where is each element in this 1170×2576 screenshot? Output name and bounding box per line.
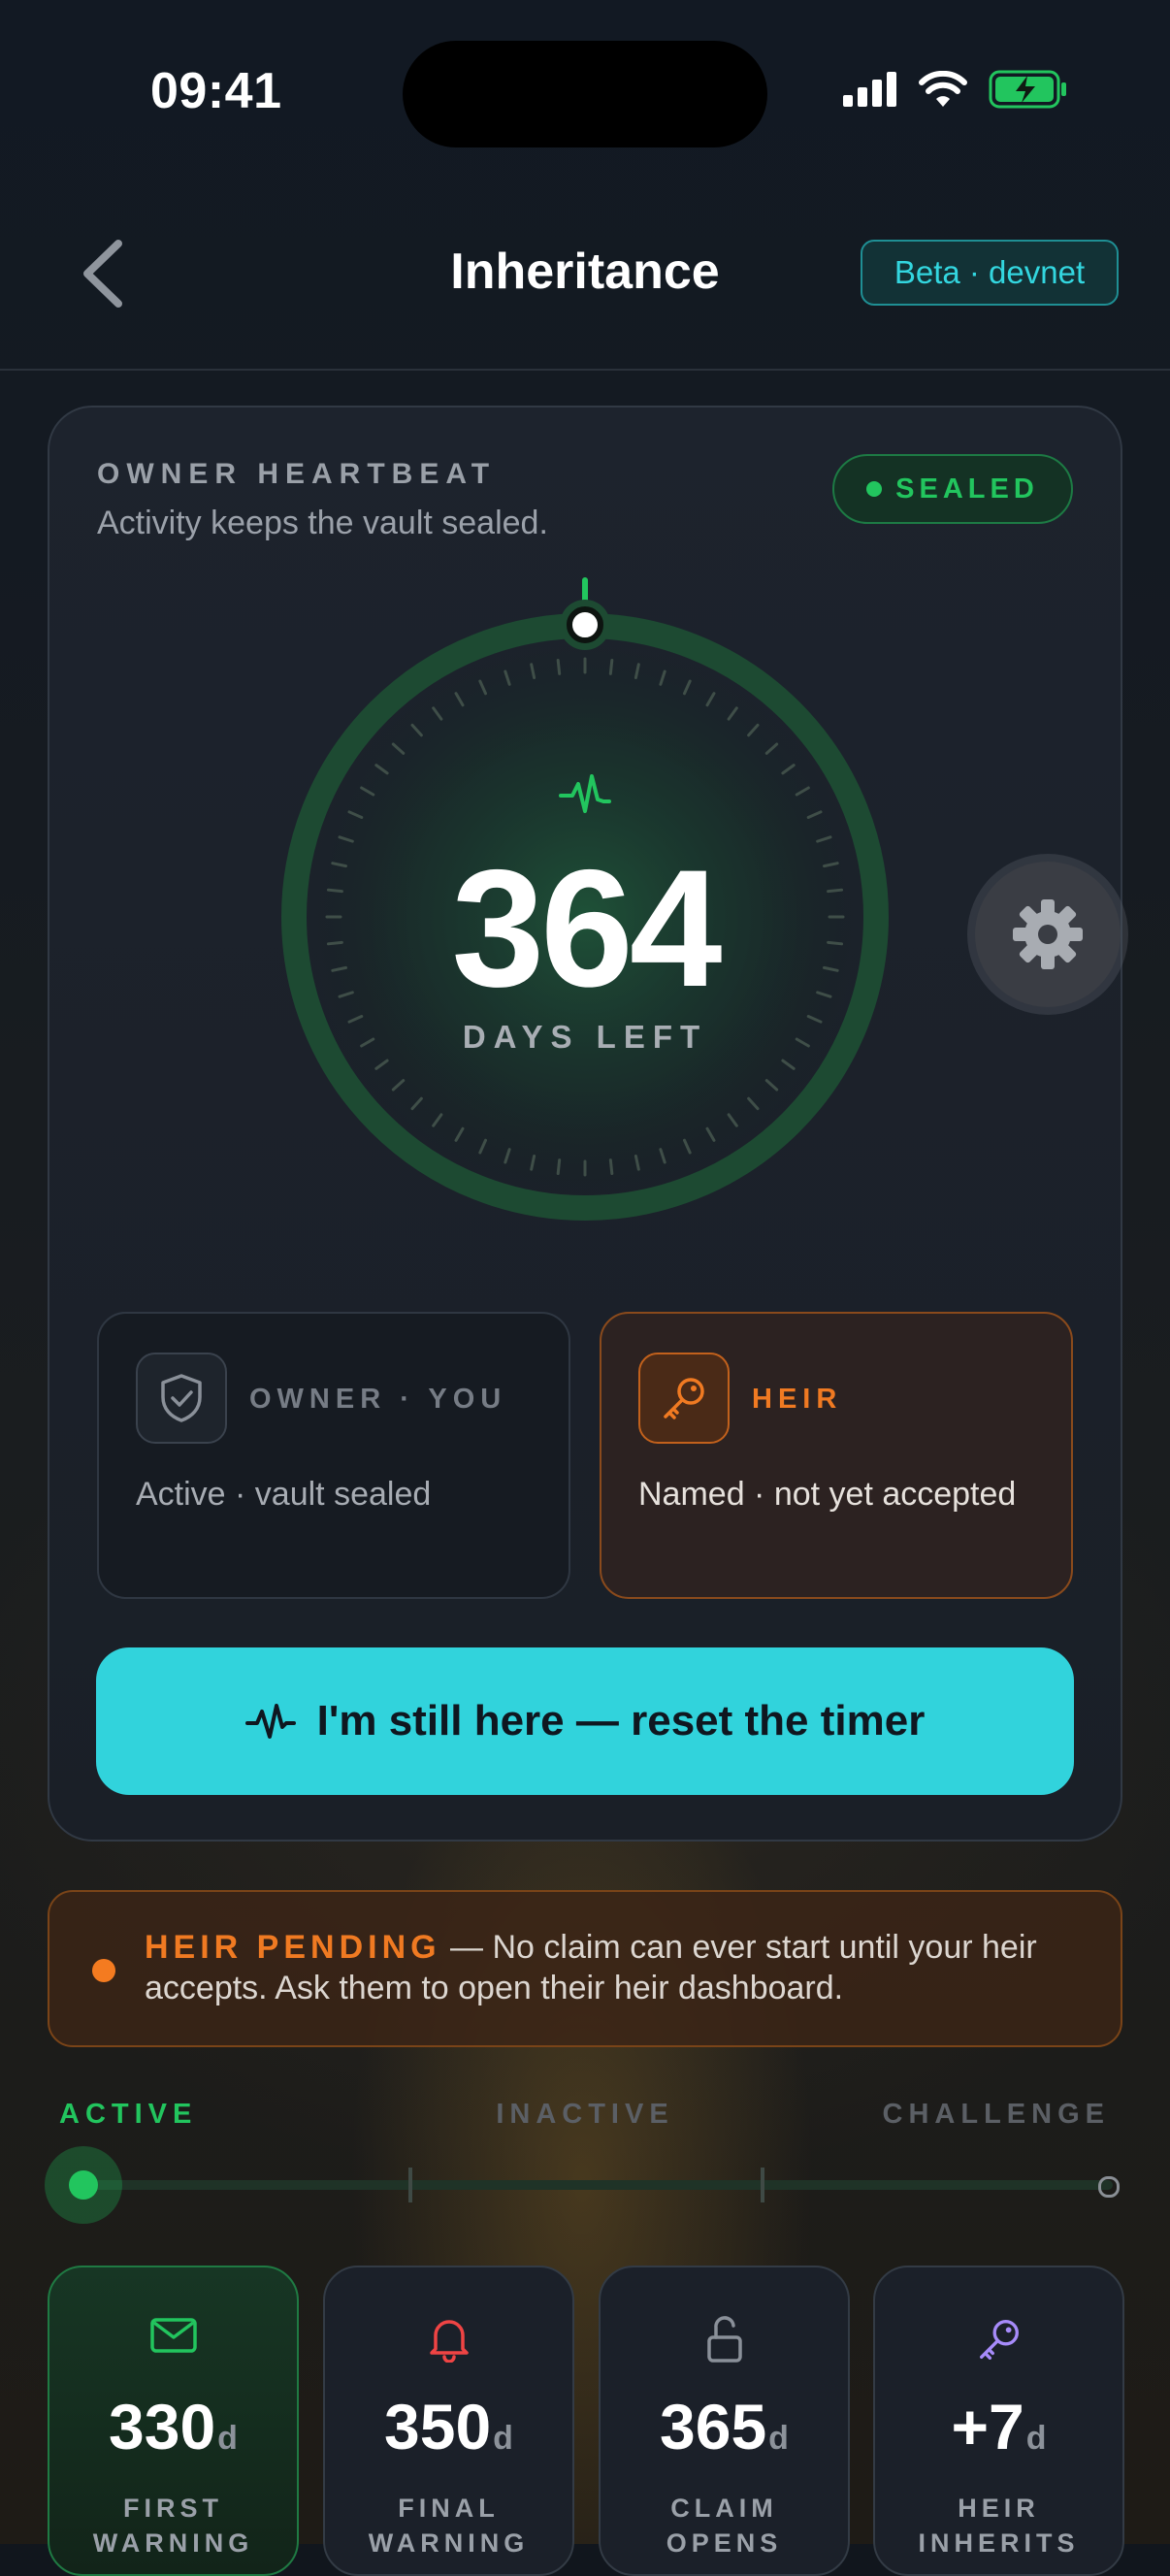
- milestone-value: 350d: [384, 2391, 513, 2462]
- unlock-icon: [706, 2316, 742, 2363]
- milestone-caption: FIRST WARNING: [92, 2494, 254, 2558]
- pending-dot: [92, 1959, 115, 1982]
- owner-role-label: OWNER · YOU: [249, 1384, 507, 1415]
- pending-text: HEIR PENDING — No claim can ever start u…: [145, 1927, 1105, 2008]
- owner-icon-box: [136, 1353, 227, 1444]
- dial-tick: [556, 1158, 562, 1176]
- settings-button[interactable]: [975, 862, 1121, 1007]
- milestone-final-warning[interactable]: 350d FINAL WARNING: [323, 2266, 574, 2576]
- dial-tick: [608, 1158, 614, 1176]
- pending-highlight: HEIR PENDING: [145, 1929, 441, 1966]
- heir-pending-banner: HEIR PENDING — No claim can ever start u…: [48, 1890, 1122, 2047]
- status-time: 09:41: [150, 63, 282, 119]
- wifi-icon: [919, 71, 967, 107]
- pending-separator: —: [440, 1929, 493, 1966]
- sealed-status-badge: SEALED: [832, 454, 1073, 524]
- milestone-caption: HEIR INHERITS: [918, 2494, 1080, 2558]
- milestone-claim-opens[interactable]: 365d CLAIM OPENS: [599, 2266, 850, 2576]
- heartbeat-subtitle: Activity keeps the vault sealed.: [97, 505, 548, 541]
- heir-role-card[interactable]: HEIR Named · not yet accepted: [600, 1312, 1073, 1599]
- dial-tick: [608, 658, 614, 675]
- milestone-first-warning[interactable]: 330d FIRST WARNING: [48, 2266, 299, 2576]
- phase-divider: [761, 2168, 764, 2202]
- heir-role-status: Named · not yet accepted: [638, 1476, 1017, 1513]
- phase-challenge: CHALLENGE: [882, 2099, 1110, 2130]
- bell-icon: [429, 2320, 469, 2363]
- milestone-caption: CLAIM OPENS: [666, 2494, 783, 2558]
- battery-icon: [989, 70, 1066, 109]
- signal-icon: [843, 72, 896, 107]
- current-phase-indicator: [45, 2146, 122, 2224]
- key-icon: [979, 2320, 1019, 2360]
- network-badge[interactable]: Beta · devnet: [861, 240, 1119, 306]
- phase-track: [84, 2180, 1113, 2190]
- reset-timer-button[interactable]: I'm still here — reset the timer: [96, 1647, 1074, 1795]
- phase-divider: [408, 2168, 412, 2202]
- milestone-value: 330d: [109, 2391, 238, 2462]
- milestone-heir-inherits[interactable]: +7d HEIR INHERITS: [873, 2266, 1124, 2576]
- header-divider: [0, 369, 1170, 371]
- phase-track-end: [1098, 2176, 1120, 2198]
- dynamic-island: [403, 41, 767, 147]
- status-icons: [843, 70, 1068, 109]
- days-left-label: DAYS LEFT: [462, 1019, 708, 1055]
- dial-tick: [556, 658, 562, 675]
- heir-icon-box: [638, 1353, 730, 1444]
- sealed-status-label: SEALED: [895, 473, 1039, 505]
- heir-role-label: HEIR: [752, 1384, 843, 1415]
- milestone-caption: FINAL WARNING: [368, 2494, 530, 2558]
- owner-role-status: Active · vault sealed: [136, 1476, 432, 1513]
- milestone-value: 365d: [660, 2391, 789, 2462]
- gear-icon: [1013, 899, 1083, 969]
- shield-check-icon: [161, 1374, 202, 1422]
- pulse-icon: [244, 1704, 296, 1739]
- owner-role-card: OWNER · YOU Active · vault sealed: [97, 1312, 570, 1599]
- key-icon: [664, 1378, 704, 1419]
- mail-icon: [149, 2318, 197, 2353]
- heartbeat-label: OWNER HEARTBEAT: [97, 458, 497, 490]
- reset-timer-label: I'm still here — reset the timer: [316, 1697, 926, 1745]
- status-dot: [866, 481, 883, 497]
- milestone-value: +7d: [951, 2391, 1047, 2462]
